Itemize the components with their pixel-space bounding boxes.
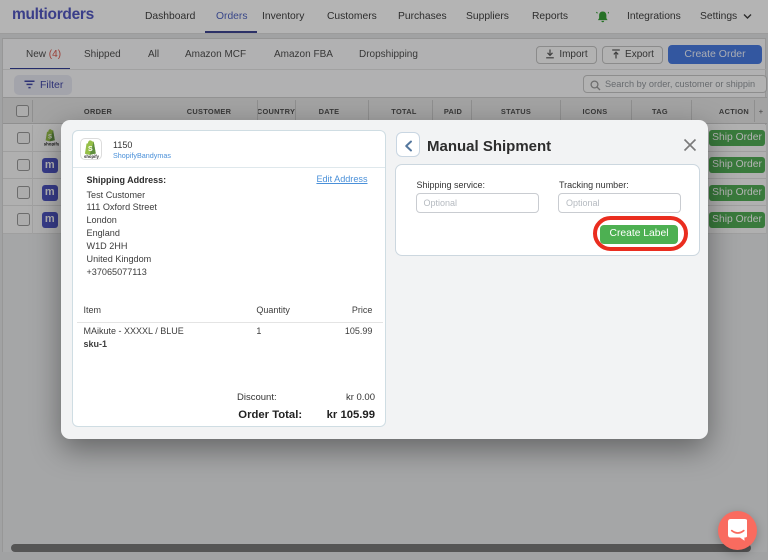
- svg-text:S: S: [87, 146, 92, 153]
- svg-text:shopify: shopify: [84, 154, 99, 159]
